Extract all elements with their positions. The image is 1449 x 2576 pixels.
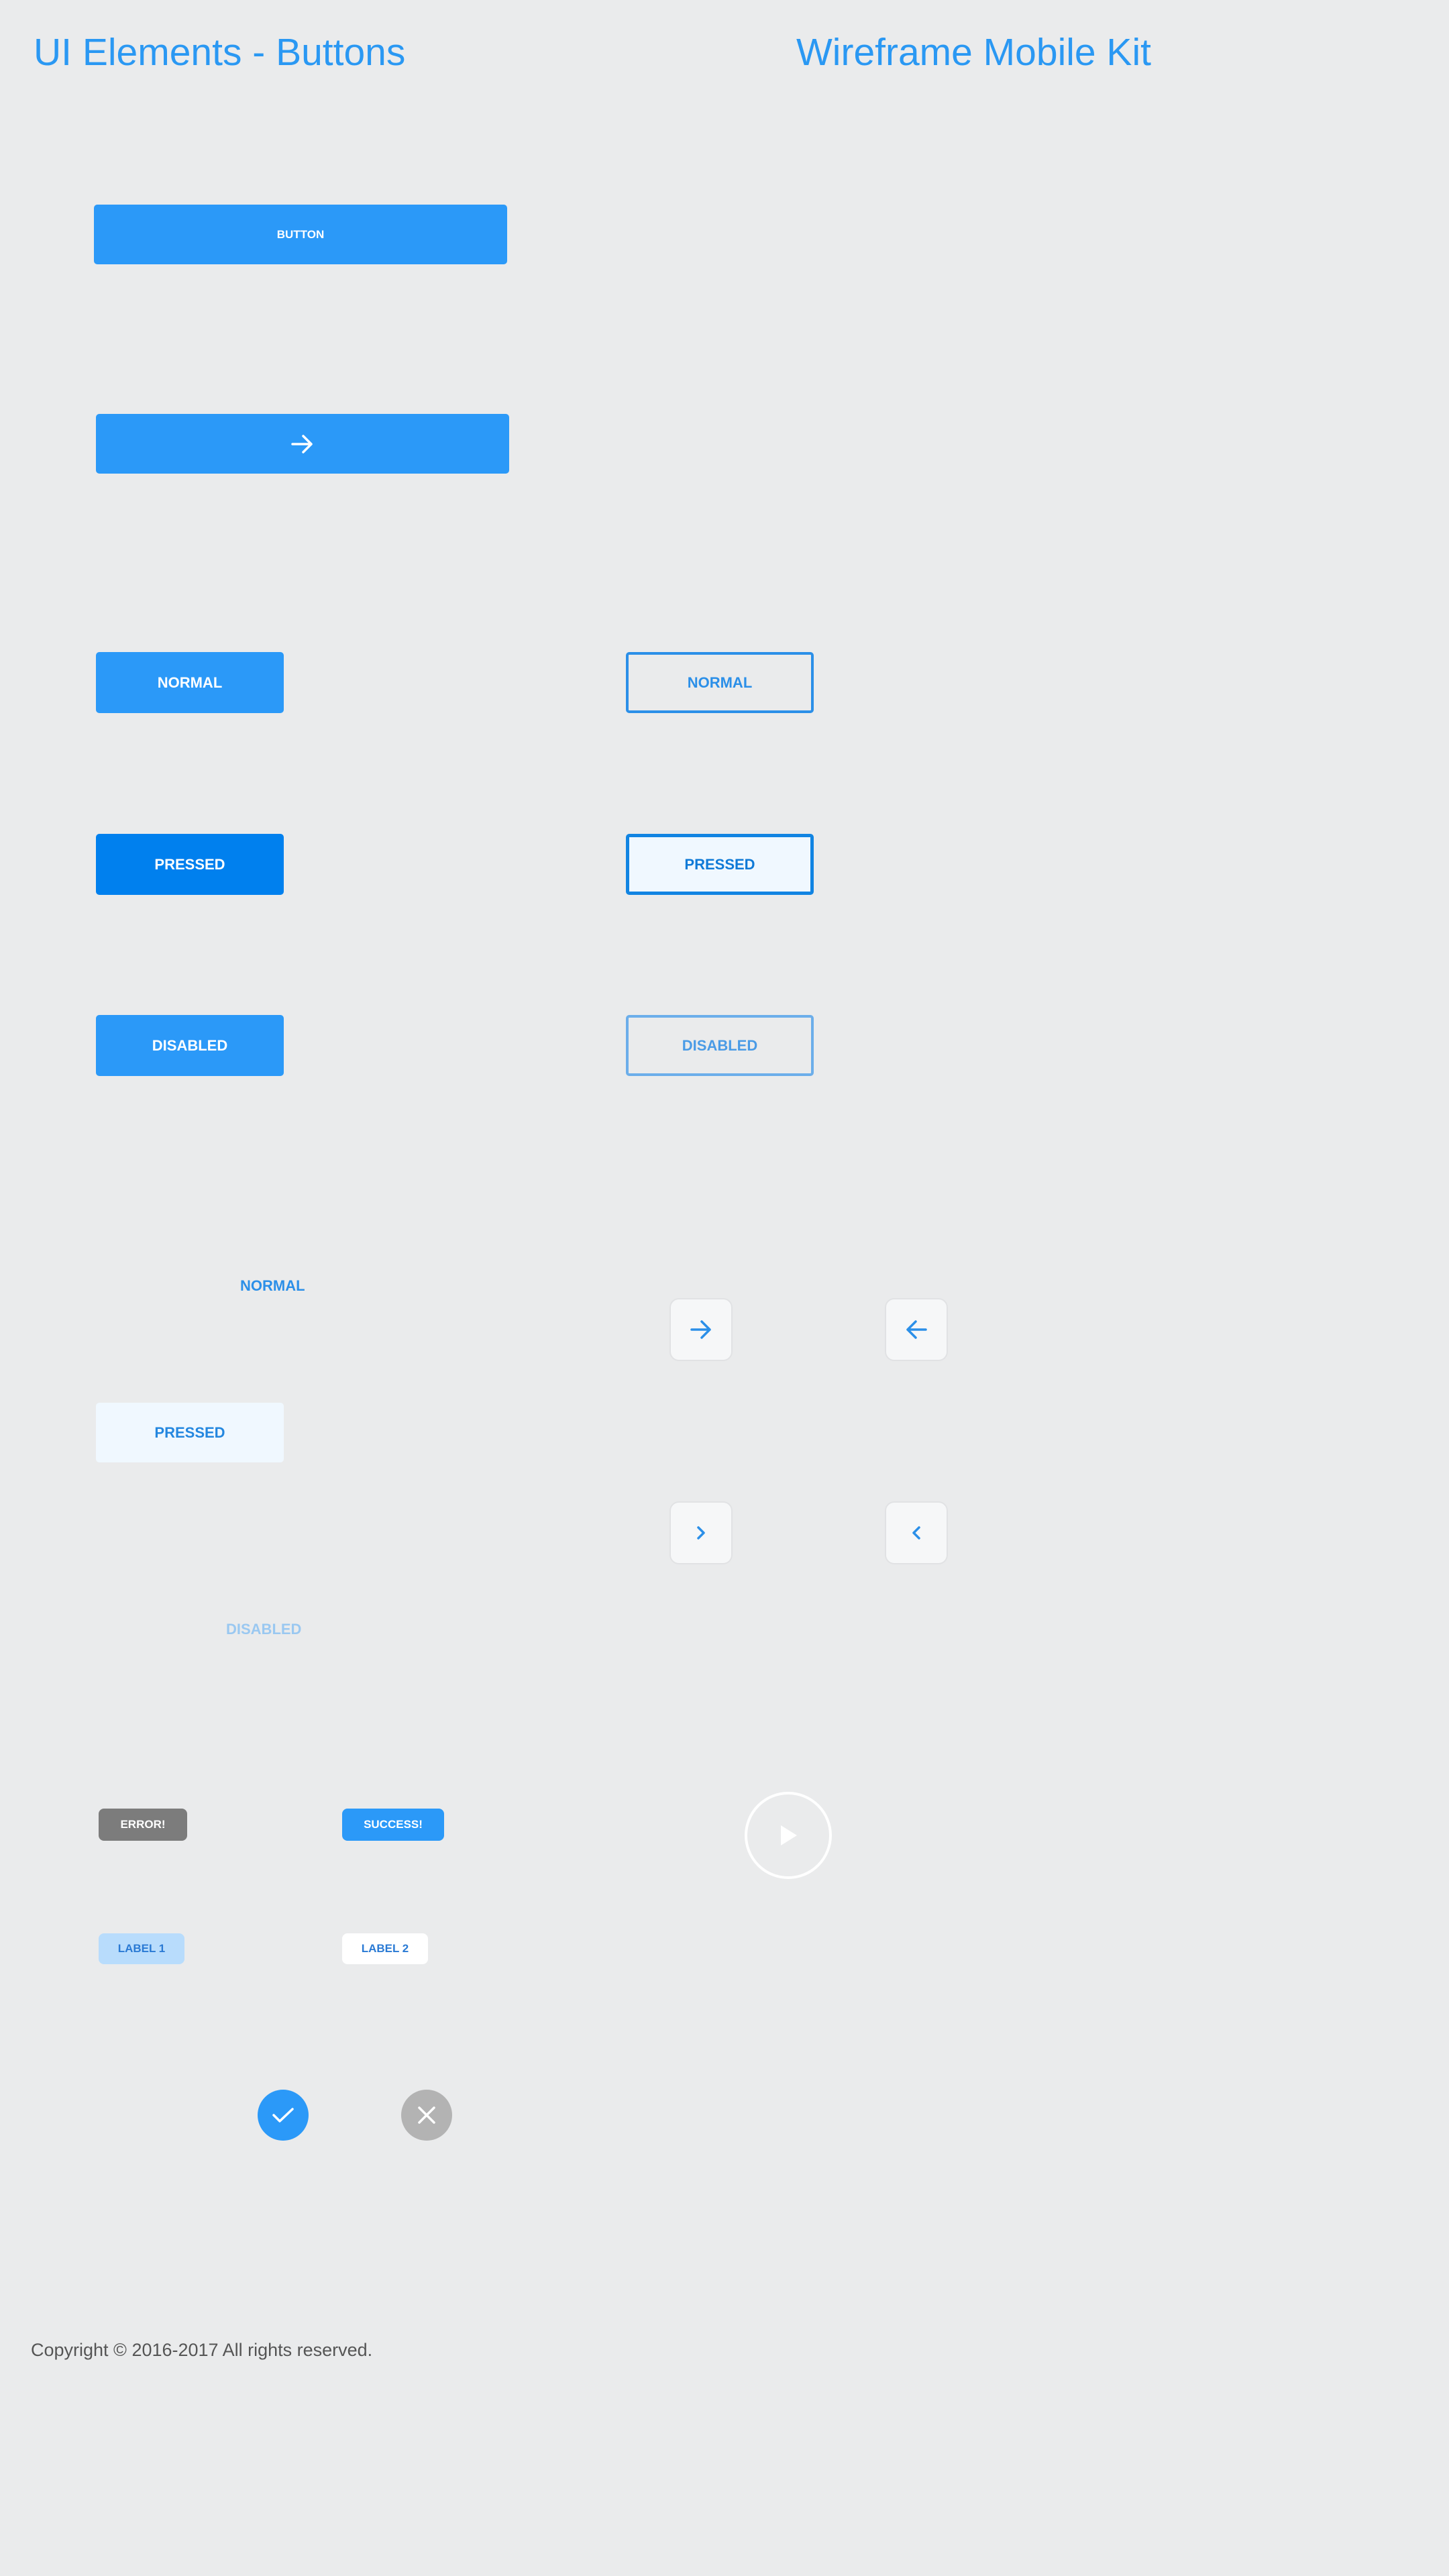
play-button[interactable] [745,1792,832,1879]
arrow-button[interactable] [96,414,509,474]
primary-button-label: BUTTON [276,227,325,241]
outline-pressed-button[interactable]: PRESSED [626,834,814,895]
label-1-tag: LABEL 1 [99,1933,184,1964]
text-normal-button[interactable]: NORMAL [240,1277,305,1295]
success-tag: SUCCESS! [342,1809,444,1841]
filled-normal-label: NORMAL [157,674,223,691]
confirm-button[interactable] [258,2090,309,2141]
outline-disabled-button: DISABLED [626,1015,814,1076]
arrow-right-icon [690,1320,711,1339]
chevron-left-icon [912,1526,920,1540]
text-pressed-label: PRESSED [154,1424,225,1441]
primary-button[interactable]: BUTTON [94,205,507,264]
filled-normal-button[interactable]: NORMAL [96,652,284,713]
outline-normal-button[interactable]: NORMAL [626,652,814,713]
text-disabled-button: DISABLED [226,1621,302,1638]
check-icon [272,2108,294,2123]
arrow-left-button[interactable] [885,1298,948,1361]
filled-disabled-label: DISABLED [152,1036,228,1054]
text-pressed-button[interactable]: PRESSED [96,1403,284,1462]
outline-normal-label: NORMAL [687,674,753,691]
arrow-right-button[interactable] [669,1298,733,1361]
close-icon [418,2106,435,2124]
arrow-left-icon [906,1320,927,1339]
chevron-right-icon [697,1526,705,1540]
filled-pressed-label: PRESSED [154,855,225,873]
chevron-left-button[interactable] [885,1501,948,1564]
filled-pressed-button[interactable]: PRESSED [96,834,284,895]
filled-disabled-button: DISABLED [96,1015,284,1076]
play-icon [781,1825,797,1845]
copyright-text: Copyright © 2016-2017 All rights reserve… [31,2340,373,2360]
chevron-right-button[interactable] [669,1501,733,1564]
cancel-button[interactable] [401,2090,452,2141]
label-2-tag: LABEL 2 [342,1933,428,1964]
error-tag: ERROR! [99,1809,187,1841]
arrow-right-icon [291,434,313,453]
kit-title: Wireframe Mobile Kit [796,31,1151,74]
outline-disabled-label: DISABLED [682,1036,758,1054]
outline-pressed-label: PRESSED [684,855,755,873]
page-title: UI Elements - Buttons [34,31,406,74]
